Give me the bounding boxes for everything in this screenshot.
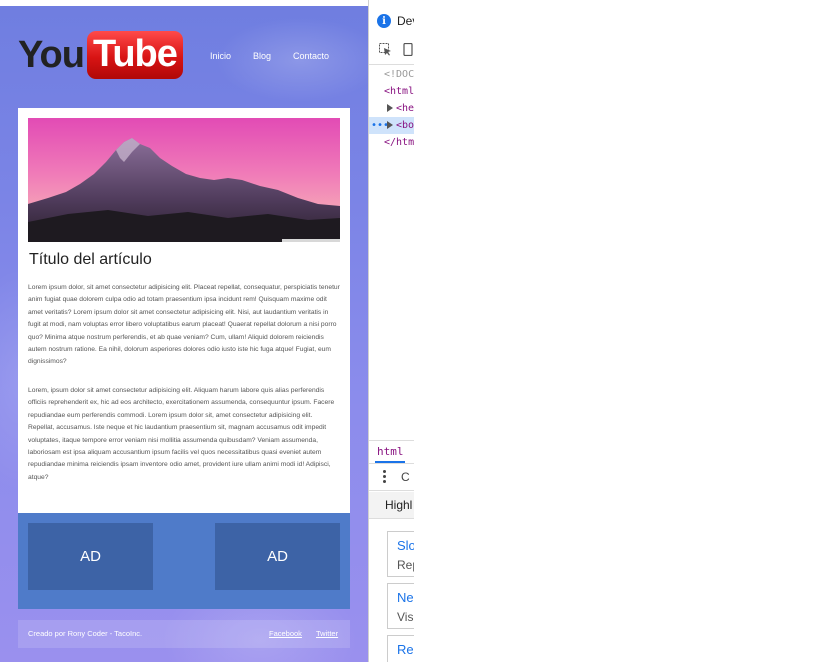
- code-line-html-close[interactable]: </htm: [369, 134, 414, 151]
- ad-box-2[interactable]: AD: [215, 523, 340, 590]
- devtools-subtoolbar: C: [369, 464, 414, 491]
- nav-link-inicio[interactable]: Inicio: [210, 51, 231, 61]
- code-line-head-text: <he: [396, 103, 414, 114]
- issue-card[interactable]: Slo Rep: [387, 531, 414, 577]
- code-line-html[interactable]: <html: [369, 83, 414, 100]
- ad-box-1[interactable]: AD: [28, 523, 153, 590]
- element-picker-icon[interactable]: [379, 43, 392, 56]
- nav-link-blog[interactable]: Blog: [253, 51, 271, 61]
- ads-section: AD AD: [18, 513, 350, 609]
- breadcrumb: html: [369, 440, 414, 464]
- article-hero-image: [28, 118, 340, 242]
- code-line-doctype[interactable]: <!DOC: [369, 66, 414, 83]
- subtoolbar-label[interactable]: C: [401, 470, 410, 484]
- more-options-icon[interactable]: [383, 470, 386, 484]
- code-line-body[interactable]: ••• <bo: [369, 117, 414, 134]
- devtools-header: i Dev: [377, 13, 414, 29]
- footer-link-facebook[interactable]: Facebook: [269, 629, 302, 638]
- info-icon: i: [377, 14, 391, 28]
- expand-arrow-icon[interactable]: [387, 121, 393, 129]
- issue-card-subtitle: Vis: [397, 610, 414, 624]
- issue-card[interactable]: Ne Vis: [387, 583, 414, 629]
- article-paragraph-1: Lorem ipsum dolor, sit amet consectetur …: [28, 284, 340, 366]
- issue-card[interactable]: Res: [387, 635, 414, 662]
- devtools-title: Dev: [397, 14, 414, 28]
- article-title: Título del artículo: [29, 251, 152, 268]
- breadcrumb-underline: [375, 461, 405, 463]
- article-paragraph-2: Lorem, ipsum dolor sit amet consectetur …: [28, 387, 335, 481]
- top-border: [0, 0, 368, 6]
- elements-tree: <!DOC <html <he ••• <bo </htm: [369, 66, 414, 151]
- footer-credit: Creado por Rony Coder - TacoInc.: [28, 629, 143, 638]
- highlights-label: Highl: [385, 498, 413, 512]
- main-nav: Inicio Blog Contacto: [0, 51, 368, 65]
- highlights-header: Highl: [369, 492, 414, 519]
- devtools-panel: i Dev <!DOC <html <he ••• <bo </htm html…: [368, 0, 414, 662]
- code-line-body-text: <bo: [396, 120, 414, 131]
- expand-arrow-icon[interactable]: [387, 104, 393, 112]
- issue-card-subtitle: Rep: [397, 558, 414, 572]
- devtools-toolbar: [369, 36, 414, 65]
- mountain-landscape-image: [28, 118, 340, 242]
- page-footer: Creado por Rony Coder - TacoInc. Faceboo…: [18, 620, 350, 648]
- article-card: Título del artículo Lorem ipsum dolor, s…: [18, 108, 350, 513]
- nav-link-contacto[interactable]: Contacto: [293, 51, 329, 61]
- device-toolbar-icon[interactable]: [403, 43, 414, 56]
- issue-card-title[interactable]: Ne: [397, 590, 414, 605]
- webpage-viewport: You Tube Inicio Blog Contacto Título del…: [0, 0, 368, 662]
- breadcrumb-item-html[interactable]: html: [377, 445, 404, 458]
- code-line-head[interactable]: <he: [369, 100, 414, 117]
- footer-link-twitter[interactable]: Twitter: [316, 629, 338, 638]
- issue-card-title[interactable]: Res: [397, 642, 414, 657]
- issue-card-title[interactable]: Slo: [397, 538, 414, 553]
